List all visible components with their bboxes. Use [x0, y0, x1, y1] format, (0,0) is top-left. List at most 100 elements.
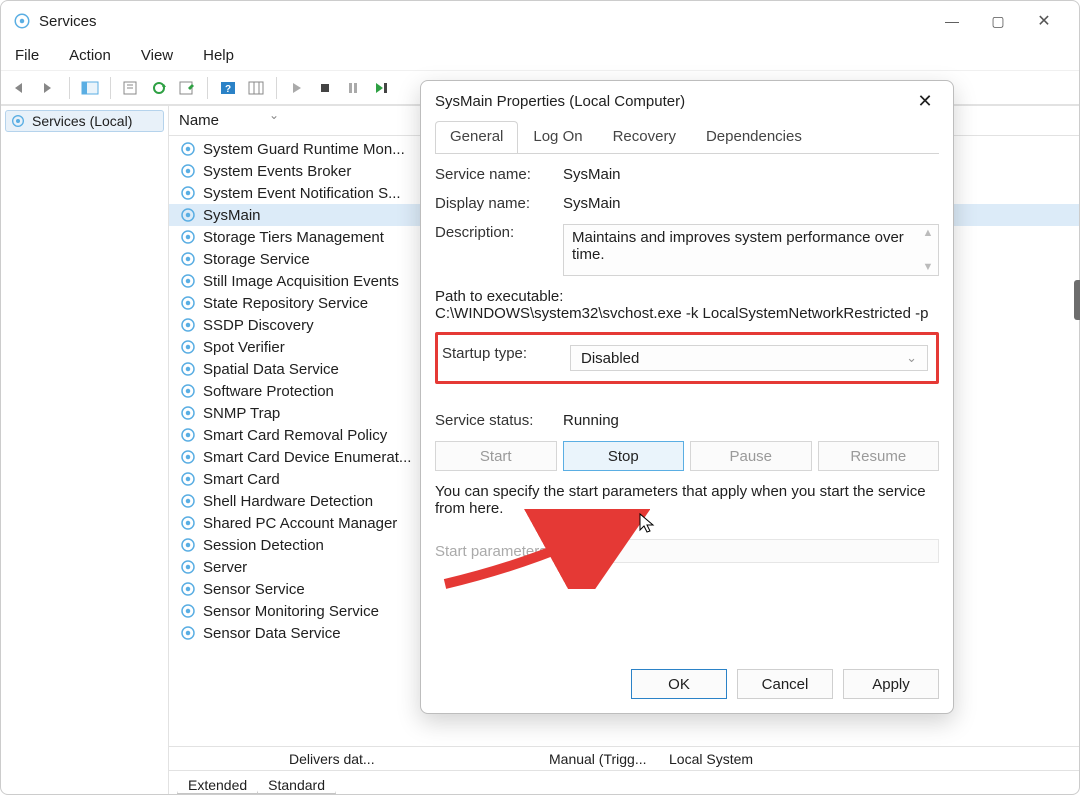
apply-button[interactable]: Apply: [843, 669, 939, 699]
start-button: Start: [435, 441, 557, 471]
status-logon: Local System: [659, 751, 763, 767]
gear-icon: [179, 514, 197, 532]
services-icon: [13, 12, 31, 30]
value-path: C:\WINDOWS\system32\svchost.exe -k Local…: [435, 305, 939, 322]
stop-button[interactable]: Stop: [563, 441, 685, 471]
dialog-close-button[interactable]: ✕: [911, 91, 939, 112]
gear-icon: [179, 250, 197, 268]
service-item-label: Spot Verifier: [203, 339, 285, 356]
gear-icon: [179, 624, 197, 642]
gear-icon: [179, 536, 197, 554]
tab-extended[interactable]: Extended: [177, 775, 258, 794]
menu-file[interactable]: File: [11, 43, 43, 68]
tab-dependencies[interactable]: Dependencies: [691, 121, 817, 153]
menu-view[interactable]: View: [137, 43, 177, 68]
close-button[interactable]: ✕: [1021, 5, 1067, 37]
description-text: Maintains and improves system performanc…: [572, 229, 904, 263]
titlebar: Services — ▢ ✕: [1, 1, 1079, 41]
label-display-name: Display name:: [435, 195, 563, 212]
menubar: File Action View Help: [1, 41, 1079, 71]
startup-type-highlight: Startup type: Disabled: [435, 332, 939, 384]
description-textarea[interactable]: Maintains and improves system performanc…: [563, 224, 939, 276]
start-params-input: [571, 539, 939, 563]
properties-icon[interactable]: [175, 76, 199, 100]
pause-service-icon[interactable]: [341, 76, 365, 100]
gear-icon: [179, 470, 197, 488]
resume-button: Resume: [818, 441, 940, 471]
restart-service-icon[interactable]: [369, 76, 393, 100]
gear-icon: [179, 602, 197, 620]
scrollbar-thumb[interactable]: [1074, 280, 1080, 320]
service-item-label: System Events Broker: [203, 163, 351, 180]
minimize-button[interactable]: —: [929, 5, 975, 37]
service-item-label: State Repository Service: [203, 295, 368, 312]
sort-caret-icon: ⌄: [269, 108, 279, 122]
tab-recovery[interactable]: Recovery: [598, 121, 691, 153]
dialog-title: SysMain Properties (Local Computer): [435, 93, 911, 110]
statusbar: Delivers dat... Manual (Trigg... Local S…: [169, 746, 1079, 770]
service-item-label: Software Protection: [203, 383, 334, 400]
service-item-label: Smart Card: [203, 471, 280, 488]
gear-icon: [179, 558, 197, 576]
gear-icon: [179, 492, 197, 510]
service-item-label: Smart Card Removal Policy: [203, 427, 387, 444]
service-item-label: System Guard Runtime Mon...: [203, 141, 405, 158]
service-item-label: Still Image Acquisition Events: [203, 273, 399, 290]
gear-icon: [10, 113, 26, 129]
column-header-label: Name: [179, 112, 219, 129]
value-service-name: SysMain: [563, 166, 939, 183]
gear-icon: [179, 360, 197, 378]
gear-icon: [179, 404, 197, 422]
service-item-label: Storage Service: [203, 251, 310, 268]
gear-icon: [179, 184, 197, 202]
service-item-label: Sensor Service: [203, 581, 305, 598]
dialog-tabs: General Log On Recovery Dependencies: [421, 121, 953, 153]
menu-help[interactable]: Help: [199, 43, 238, 68]
gear-icon: [179, 426, 197, 444]
gear-icon: [179, 580, 197, 598]
refresh-icon[interactable]: [147, 76, 171, 100]
ok-button[interactable]: OK: [631, 669, 727, 699]
export-icon[interactable]: [119, 76, 143, 100]
menu-action[interactable]: Action: [65, 43, 115, 68]
scroll-up-icon[interactable]: ▲: [920, 227, 936, 239]
view-tabs: Extended Standard: [169, 770, 1079, 794]
service-item-label: Shared PC Account Manager: [203, 515, 397, 532]
service-item-label: Spatial Data Service: [203, 361, 339, 378]
service-item-label: SSDP Discovery: [203, 317, 314, 334]
label-path: Path to executable:: [435, 288, 939, 305]
properties-dialog: SysMain Properties (Local Computer) ✕ Ge…: [420, 80, 954, 714]
stop-service-icon[interactable]: [313, 76, 337, 100]
value-service-status: Running: [563, 412, 939, 429]
tree-item-label: Services (Local): [32, 113, 132, 129]
back-icon[interactable]: [9, 76, 33, 100]
tab-standard[interactable]: Standard: [257, 775, 336, 794]
tab-logon[interactable]: Log On: [518, 121, 597, 153]
status-startup: Manual (Trigg...: [539, 751, 659, 767]
showtree-icon[interactable]: [78, 76, 102, 100]
help-icon[interactable]: ?: [216, 76, 240, 100]
startup-type-combobox[interactable]: Disabled: [570, 345, 928, 371]
start-params-hint: You can specify the start parameters tha…: [435, 483, 939, 517]
service-item-label: Server: [203, 559, 247, 576]
service-item-label: SNMP Trap: [203, 405, 280, 422]
columns-icon[interactable]: [244, 76, 268, 100]
maximize-button[interactable]: ▢: [975, 5, 1021, 37]
service-item-label: SysMain: [203, 207, 261, 224]
start-service-icon[interactable]: [285, 76, 309, 100]
pause-button: Pause: [690, 441, 812, 471]
startup-type-value: Disabled: [581, 350, 639, 367]
label-startup-type: Startup type:: [442, 345, 570, 362]
scroll-down-icon[interactable]: ▼: [920, 261, 936, 273]
tree-item-services-local[interactable]: Services (Local): [5, 110, 164, 132]
service-item-label: Sensor Data Service: [203, 625, 341, 642]
gear-icon: [179, 206, 197, 224]
tab-general[interactable]: General: [435, 121, 518, 153]
forward-icon[interactable]: [37, 76, 61, 100]
gear-icon: [179, 382, 197, 400]
cancel-button[interactable]: Cancel: [737, 669, 833, 699]
status-description: Delivers dat...: [279, 751, 539, 767]
dialog-titlebar: SysMain Properties (Local Computer) ✕: [421, 81, 953, 121]
label-description: Description:: [435, 224, 563, 241]
service-item-label: Sensor Monitoring Service: [203, 603, 379, 620]
